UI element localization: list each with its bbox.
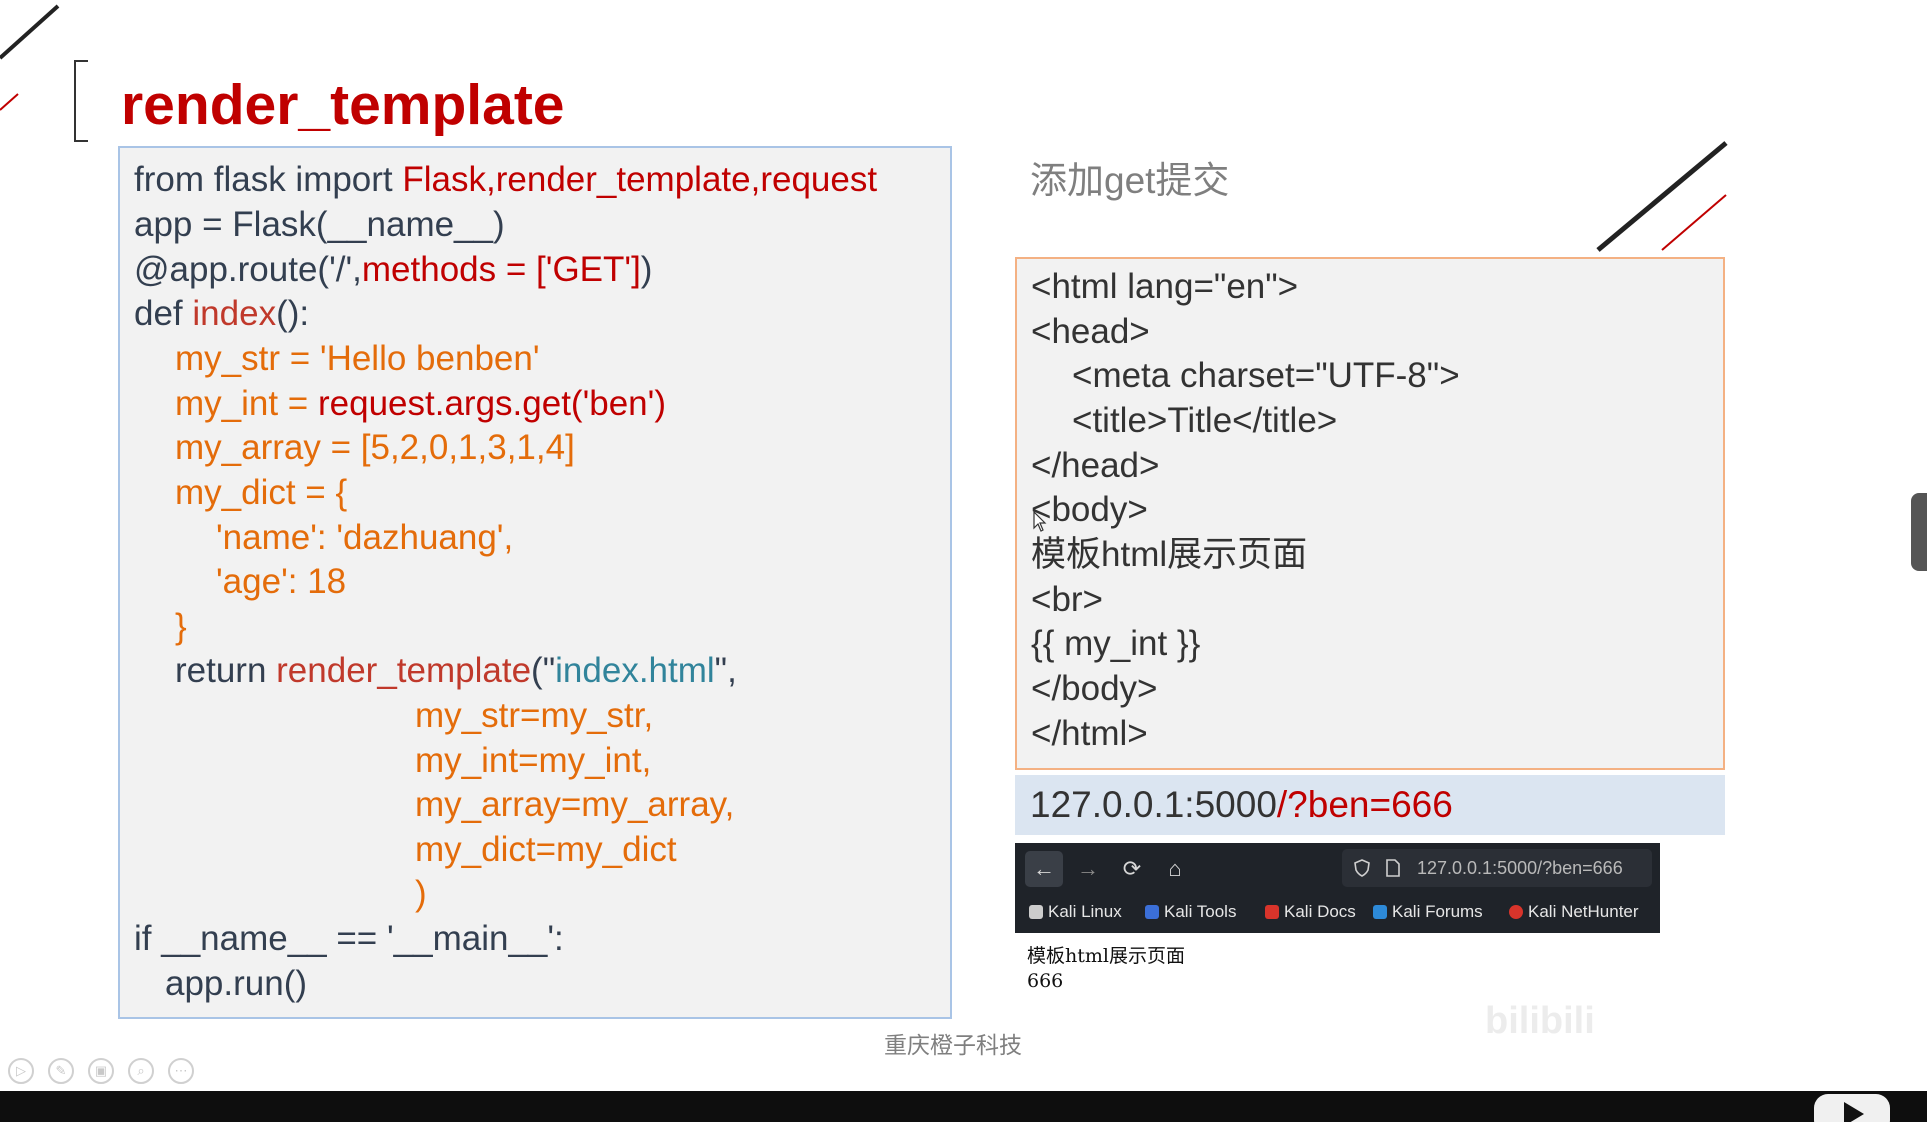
- reload-icon[interactable]: ⟳: [1113, 851, 1151, 887]
- code-line: def index():: [134, 294, 309, 334]
- python-code-box: from flask import Flask,render_template,…: [118, 146, 952, 1019]
- code-line: <html lang="en">: [1031, 267, 1299, 306]
- browser-page-output: 模板html展示页面 666: [1027, 944, 1185, 994]
- code-line: my_array=my_array,: [415, 785, 735, 824]
- kali-tools-icon: [1145, 905, 1159, 919]
- code-token: (": [531, 651, 556, 690]
- code-line: my_str = 'Hello benben': [175, 339, 540, 378]
- code-line: {{ my_int }}: [1031, 624, 1201, 663]
- bookmark-label: Kali Tools: [1164, 902, 1237, 921]
- code-line: ): [415, 874, 427, 913]
- address-bar[interactable]: 127.0.0.1:5000/?ben=666: [1342, 849, 1652, 887]
- code-token: Flask: [232, 205, 316, 244]
- slide-subtitle: 添加get提交: [1030, 160, 1230, 201]
- code-line: my_int = request.args.get('ben'): [175, 384, 666, 424]
- code-line: @app.route('/',methods = ['GET']): [134, 250, 652, 290]
- code-token: (__name__): [315, 205, 505, 244]
- bookmark-kali-docs[interactable]: Kali Docs: [1265, 902, 1356, 922]
- code-line: app = Flask(__name__): [134, 205, 505, 245]
- play-icon[interactable]: ▷: [8, 1058, 34, 1084]
- shield-icon: [1354, 859, 1370, 877]
- mouse-cursor-icon: [1033, 511, 1047, 532]
- more-icon[interactable]: ⋯: [168, 1058, 194, 1084]
- code-token: @app.route('/',: [134, 250, 362, 289]
- forward-icon[interactable]: →: [1069, 851, 1107, 887]
- address-text: 127.0.0.1:5000/?ben=666: [1417, 858, 1623, 878]
- code-line: <br>: [1031, 580, 1103, 619]
- bookmark-kali-tools[interactable]: Kali Tools: [1145, 902, 1236, 922]
- code-token: ():: [276, 294, 310, 333]
- zoom-icon[interactable]: ⌕: [128, 1058, 154, 1084]
- home-icon[interactable]: ⌂: [1156, 851, 1194, 887]
- code-line: my_int=my_int,: [415, 741, 652, 780]
- url-example: 127.0.0.1:5000/?ben=666: [1030, 784, 1453, 826]
- bilibili-watermark: bilibili: [1485, 1000, 1595, 1042]
- bookmark-kali-linux[interactable]: Kali Linux: [1029, 902, 1122, 922]
- corner-decoration-right: [1596, 141, 1728, 252]
- code-line: my_str=my_str,: [415, 696, 654, 735]
- bookmark-kali-forums[interactable]: Kali Forums: [1373, 902, 1483, 922]
- code-token: ): [640, 250, 653, 289]
- code-line: 'age': 18: [216, 562, 347, 601]
- code-line: }: [175, 607, 187, 646]
- code-token: from flask import: [134, 160, 403, 199]
- code-line: 模板html展示页面: [1031, 535, 1308, 574]
- code-line: <meta charset="UTF-8">: [1072, 356, 1460, 395]
- page-icon: [1386, 859, 1400, 877]
- code-token: index: [192, 294, 277, 333]
- page-output-line: 666: [1027, 970, 1064, 992]
- bookmark-label: Kali Docs: [1284, 902, 1356, 921]
- browser-screenshot-toolbar: ← → ⟳ ⌂ 127.0.0.1:5000/?ben=666 Kali Lin…: [1015, 843, 1660, 933]
- code-line: app.run(): [165, 964, 308, 1003]
- url-host: 127.0.0.1:5000: [1030, 784, 1277, 825]
- slide-footer: 重庆橙子科技: [884, 1032, 1022, 1058]
- back-icon[interactable]: ←: [1025, 851, 1063, 887]
- code-line: my_dict=my_dict: [415, 830, 677, 869]
- code-line: return render_template("index.html",: [175, 651, 737, 691]
- code-line: <body>: [1031, 490, 1148, 529]
- code-line: my_array = [5,2,0,1,3,1,4]: [175, 428, 575, 467]
- slides-icon[interactable]: ▣: [88, 1058, 114, 1084]
- code-token: index.html: [555, 651, 715, 690]
- bookmark-label: Kali Linux: [1048, 902, 1122, 921]
- code-line: </body>: [1031, 669, 1158, 708]
- page-output-line: 模板html展示页面: [1027, 945, 1185, 967]
- video-control-bar: [0, 1091, 1927, 1122]
- kali-icon: [1029, 905, 1043, 919]
- code-token: request.args.get('ben'): [317, 384, 666, 423]
- side-panel-handle[interactable]: [1911, 493, 1927, 571]
- code-line: <title>Title</title>: [1072, 401, 1338, 440]
- corner-decoration-left: [0, 4, 60, 111]
- code-line: </html>: [1031, 714, 1148, 753]
- code-token: def: [134, 294, 193, 333]
- html-template-box: <html lang="en"> <head> <meta charset="U…: [1015, 257, 1725, 770]
- pen-icon[interactable]: ✎: [48, 1058, 74, 1084]
- code-token: ",: [714, 651, 737, 690]
- kali-forums-icon: [1373, 905, 1387, 919]
- code-line: </head>: [1031, 446, 1160, 485]
- url-example-bar: 127.0.0.1:5000/?ben=666: [1015, 775, 1725, 835]
- code-line: <head>: [1031, 312, 1150, 351]
- code-token: methods = ['GET']: [361, 250, 641, 289]
- kali-docs-icon: [1265, 905, 1279, 919]
- code-line: my_dict = {: [175, 473, 348, 512]
- bookmark-label: Kali Forums: [1392, 902, 1483, 921]
- code-line: 'name': 'dazhuang',: [216, 518, 514, 557]
- code-token: return: [175, 651, 277, 690]
- url-query: /?ben=666: [1276, 784, 1453, 825]
- code-token: app =: [134, 205, 233, 244]
- code-line: from flask import Flask,render_template,…: [134, 160, 877, 200]
- bookmark-label: Kali NetHunter: [1528, 902, 1639, 921]
- slide-title: render_template: [121, 73, 565, 137]
- bookmark-kali-nethunter[interactable]: Kali NetHunter: [1509, 902, 1639, 922]
- code-line: if __name__ == '__main__':: [134, 919, 564, 958]
- kali-nethunter-icon: [1509, 905, 1523, 919]
- title-bracket: [74, 60, 88, 142]
- code-token: Flask,render_template,request: [402, 160, 878, 199]
- code-token: render_template: [276, 651, 532, 690]
- code-token: my_int =: [175, 384, 318, 423]
- play-button-icon[interactable]: [1812, 1090, 1892, 1122]
